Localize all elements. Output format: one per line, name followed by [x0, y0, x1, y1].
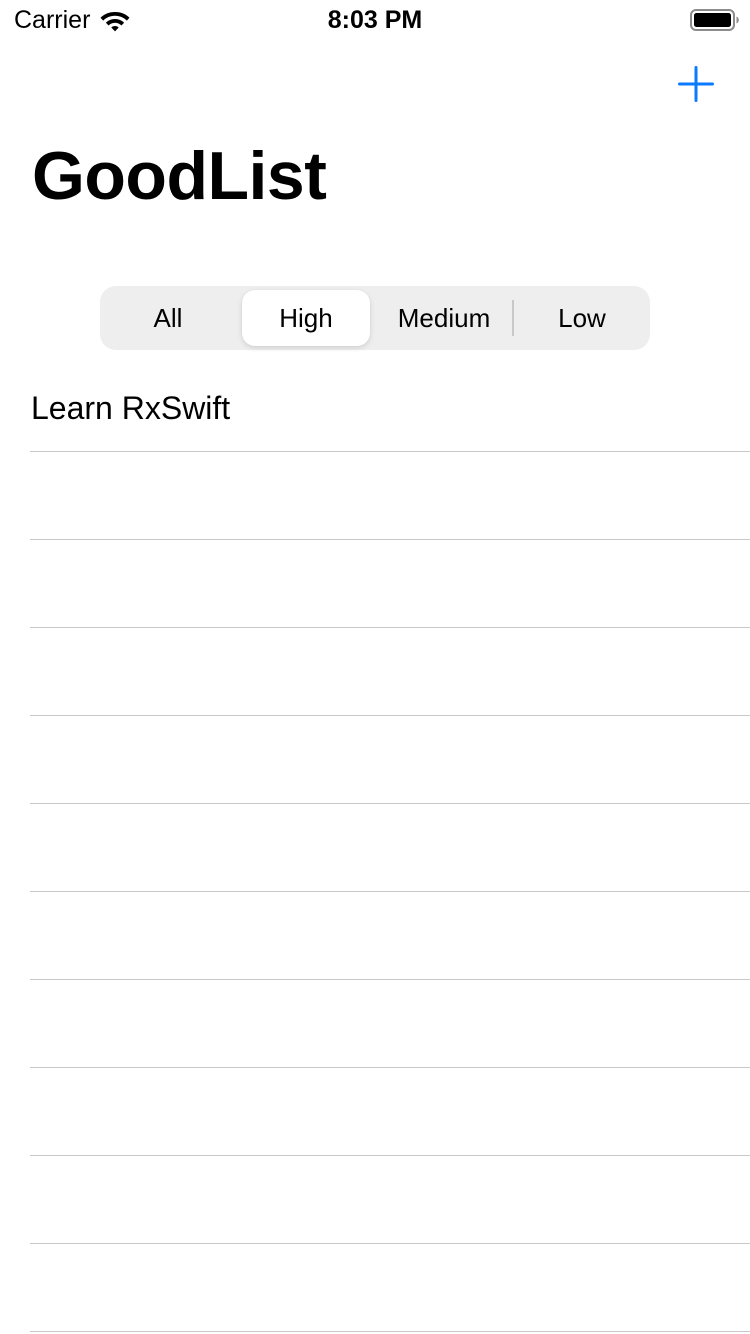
status-bar: Carrier 8:03 PM [0, 0, 750, 40]
table-row[interactable] [0, 452, 750, 540]
row-separator [30, 1331, 750, 1332]
segment-medium[interactable]: Medium [380, 290, 508, 346]
table-row[interactable] [0, 1156, 750, 1244]
segment-high[interactable]: High [242, 290, 370, 346]
table-row[interactable] [0, 716, 750, 804]
task-title: Learn RxSwift [31, 390, 231, 426]
segment-divider [512, 300, 514, 336]
table-row[interactable]: Learn RxSwift [0, 364, 750, 452]
clock: 8:03 PM [327, 6, 423, 34]
table-row[interactable] [0, 980, 750, 1068]
task-table: Learn RxSwift [0, 364, 750, 1332]
battery-full-icon [690, 9, 739, 31]
table-row[interactable] [0, 1068, 750, 1156]
add-button[interactable] [672, 60, 720, 108]
table-row[interactable] [0, 628, 750, 716]
page-title: GoodList [32, 138, 327, 214]
segment-low[interactable]: Low [518, 290, 646, 346]
segment-all[interactable]: All [104, 290, 232, 346]
plus-icon [678, 66, 714, 102]
table-row[interactable] [0, 804, 750, 892]
table-row[interactable] [0, 540, 750, 628]
table-row[interactable] [0, 1244, 750, 1332]
priority-segmented-control: All High Medium Low [100, 286, 650, 350]
table-row[interactable] [0, 892, 750, 980]
